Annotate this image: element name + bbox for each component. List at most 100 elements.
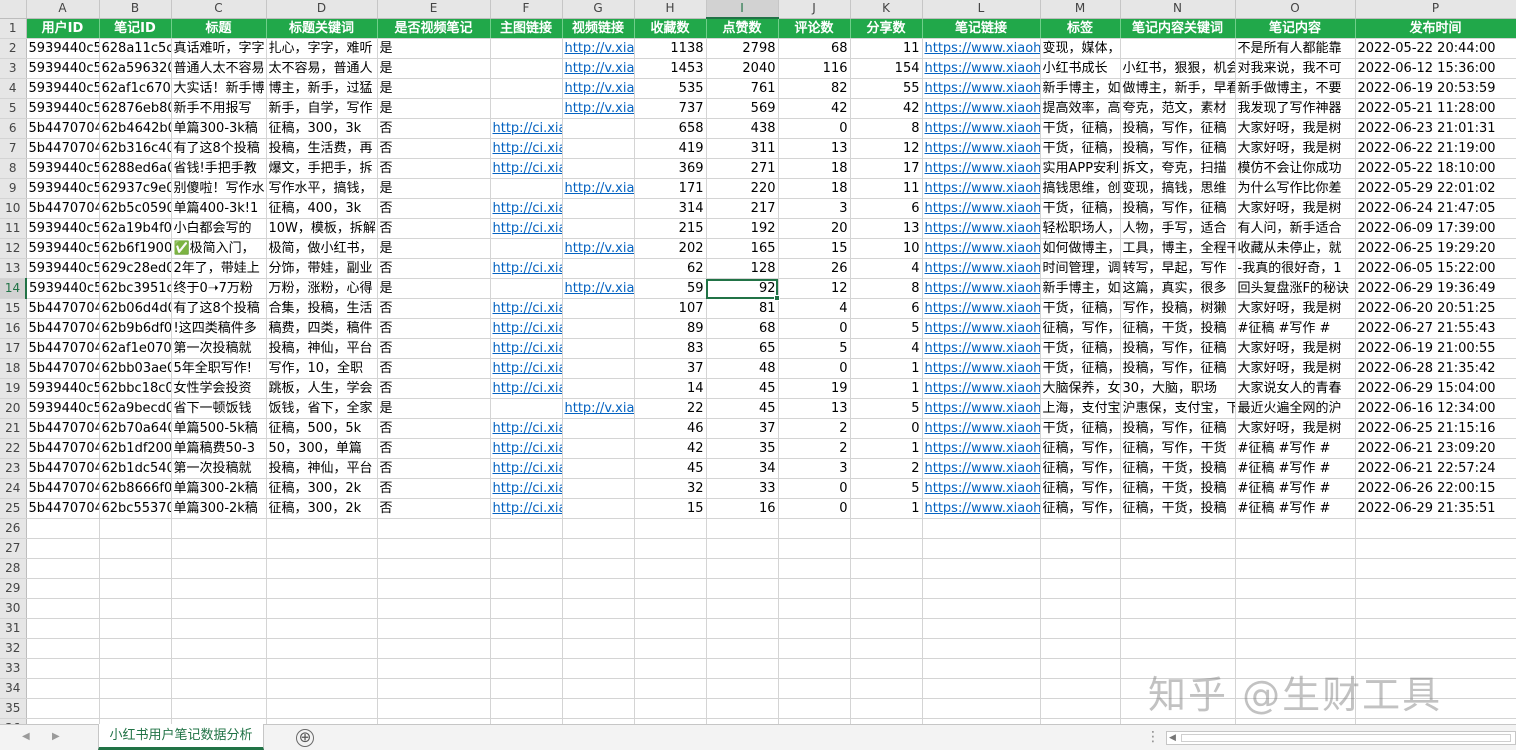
cell[interactable]: [1235, 639, 1355, 659]
cell[interactable]: [562, 599, 634, 619]
column-header-j[interactable]: J: [778, 0, 850, 18]
prev-sheet-icon[interactable]: ◀: [22, 731, 30, 742]
cell[interactable]: [706, 519, 778, 539]
cell[interactable]: 否: [377, 459, 490, 479]
cell[interactable]: 62af1e070: [99, 339, 171, 359]
column-header-h[interactable]: H: [634, 0, 706, 18]
cell[interactable]: 569: [706, 99, 778, 119]
row-number[interactable]: 16: [0, 319, 26, 339]
cell[interactable]: 2022-06-25 19:29:20: [1355, 239, 1516, 259]
cell[interactable]: [922, 579, 1040, 599]
row-number[interactable]: 15: [0, 299, 26, 319]
cell[interactable]: 最近火遍全网的沪: [1235, 399, 1355, 419]
column-header-g[interactable]: G: [562, 0, 634, 18]
header-cell[interactable]: 收藏数: [634, 18, 706, 39]
cell[interactable]: [922, 559, 1040, 579]
cell[interactable]: https://www.xiaoh: [922, 419, 1040, 439]
cell[interactable]: https://www.xiaoh: [922, 399, 1040, 419]
column-header-m[interactable]: M: [1040, 0, 1120, 18]
cell[interactable]: [778, 559, 850, 579]
cell[interactable]: https://www.xiaohongshu.com: [922, 39, 1040, 59]
cell[interactable]: 如何做博主，: [1040, 239, 1120, 259]
cell[interactable]: [266, 679, 377, 699]
cell[interactable]: http://v.xia: [562, 239, 634, 259]
cell[interactable]: http://ci.xiaohongshu.c: [490, 259, 562, 279]
cell[interactable]: 13: [778, 399, 850, 419]
cell[interactable]: [706, 619, 778, 639]
cell[interactable]: [1355, 639, 1516, 659]
cell[interactable]: 否: [377, 199, 490, 219]
cell[interactable]: [1120, 539, 1235, 559]
cell[interactable]: 终于0➝7万粉: [171, 279, 266, 299]
cell[interactable]: http://ci.xiaohongshu.c: [490, 139, 562, 159]
cell[interactable]: 12: [850, 139, 922, 159]
cell[interactable]: 投稿，写作，征稿: [1120, 139, 1235, 159]
cell[interactable]: [490, 279, 562, 299]
cell[interactable]: 5b4470704: [26, 499, 99, 519]
cell[interactable]: [562, 119, 634, 139]
cell[interactable]: [99, 679, 171, 699]
cell[interactable]: 16: [706, 499, 778, 519]
cell[interactable]: 2022-06-19 20:53:59: [1355, 79, 1516, 99]
cell[interactable]: 否: [377, 219, 490, 239]
cell[interactable]: [562, 219, 634, 239]
cell[interactable]: [562, 199, 634, 219]
column-header-i[interactable]: I: [706, 0, 778, 18]
cell[interactable]: http://ci.xiaohongshu.c: [490, 439, 562, 459]
cell[interactable]: [562, 699, 634, 719]
cell[interactable]: http://ci.xiaohongshu.c: [490, 499, 562, 519]
cell[interactable]: [1040, 599, 1120, 619]
cell[interactable]: 3: [778, 459, 850, 479]
cell[interactable]: [99, 539, 171, 559]
scroll-left-icon[interactable]: ◀: [1169, 732, 1176, 744]
cell[interactable]: http://ci.xiaohongshu.c: [490, 299, 562, 319]
cell[interactable]: 拆文，夸克，扫描: [1120, 159, 1235, 179]
cell[interactable]: 42: [778, 99, 850, 119]
cell[interactable]: 34: [706, 459, 778, 479]
cell[interactable]: 饭钱，省下，全家: [266, 399, 377, 419]
cell[interactable]: [922, 639, 1040, 659]
cell[interactable]: https://www.xiaoh: [922, 439, 1040, 459]
cell[interactable]: [1355, 619, 1516, 639]
cell[interactable]: [922, 679, 1040, 699]
row-number[interactable]: 17: [0, 339, 26, 359]
header-cell[interactable]: 视频链接: [562, 18, 634, 39]
cell[interactable]: [1120, 639, 1235, 659]
cell[interactable]: 11: [850, 179, 922, 199]
cell[interactable]: 我发现了写作神器: [1235, 99, 1355, 119]
cell[interactable]: 5b4470704: [26, 419, 99, 439]
cell[interactable]: 68: [778, 39, 850, 59]
cell[interactable]: 62af1c670: [99, 79, 171, 99]
cell[interactable]: [1235, 579, 1355, 599]
cell[interactable]: [562, 659, 634, 679]
cell[interactable]: 2798: [706, 39, 778, 59]
cell[interactable]: 89: [634, 319, 706, 339]
cell[interactable]: 6288ed6a0: [99, 159, 171, 179]
cell[interactable]: [377, 559, 490, 579]
cell[interactable]: 征稿，干货，投稿: [1120, 459, 1235, 479]
row-number[interactable]: 13: [0, 259, 26, 279]
sheet-tab[interactable]: 小红书用户笔记数据分析: [98, 724, 264, 750]
cell[interactable]: 6: [850, 199, 922, 219]
column-header-b[interactable]: B: [99, 0, 171, 18]
cell[interactable]: 否: [377, 479, 490, 499]
cell[interactable]: [562, 379, 634, 399]
more-options-icon[interactable]: ⋮: [1146, 729, 1161, 745]
cell[interactable]: 42: [850, 99, 922, 119]
header-cell[interactable]: 分享数: [850, 18, 922, 39]
cell[interactable]: [1120, 579, 1235, 599]
cell[interactable]: 15: [778, 239, 850, 259]
row-number[interactable]: 8: [0, 159, 26, 179]
cell[interactable]: 8: [850, 279, 922, 299]
cell[interactable]: 2: [778, 439, 850, 459]
cell[interactable]: 2022-05-21 11:28:00: [1355, 99, 1516, 119]
cell[interactable]: 628a11c5c: [99, 39, 171, 59]
cell[interactable]: [778, 699, 850, 719]
cell[interactable]: [634, 559, 706, 579]
cell[interactable]: 干货，征稿，: [1040, 419, 1120, 439]
cell[interactable]: [778, 659, 850, 679]
cell[interactable]: 107: [634, 299, 706, 319]
cell[interactable]: 5b4470704: [26, 459, 99, 479]
cell[interactable]: 否: [377, 339, 490, 359]
cell[interactable]: [562, 539, 634, 559]
